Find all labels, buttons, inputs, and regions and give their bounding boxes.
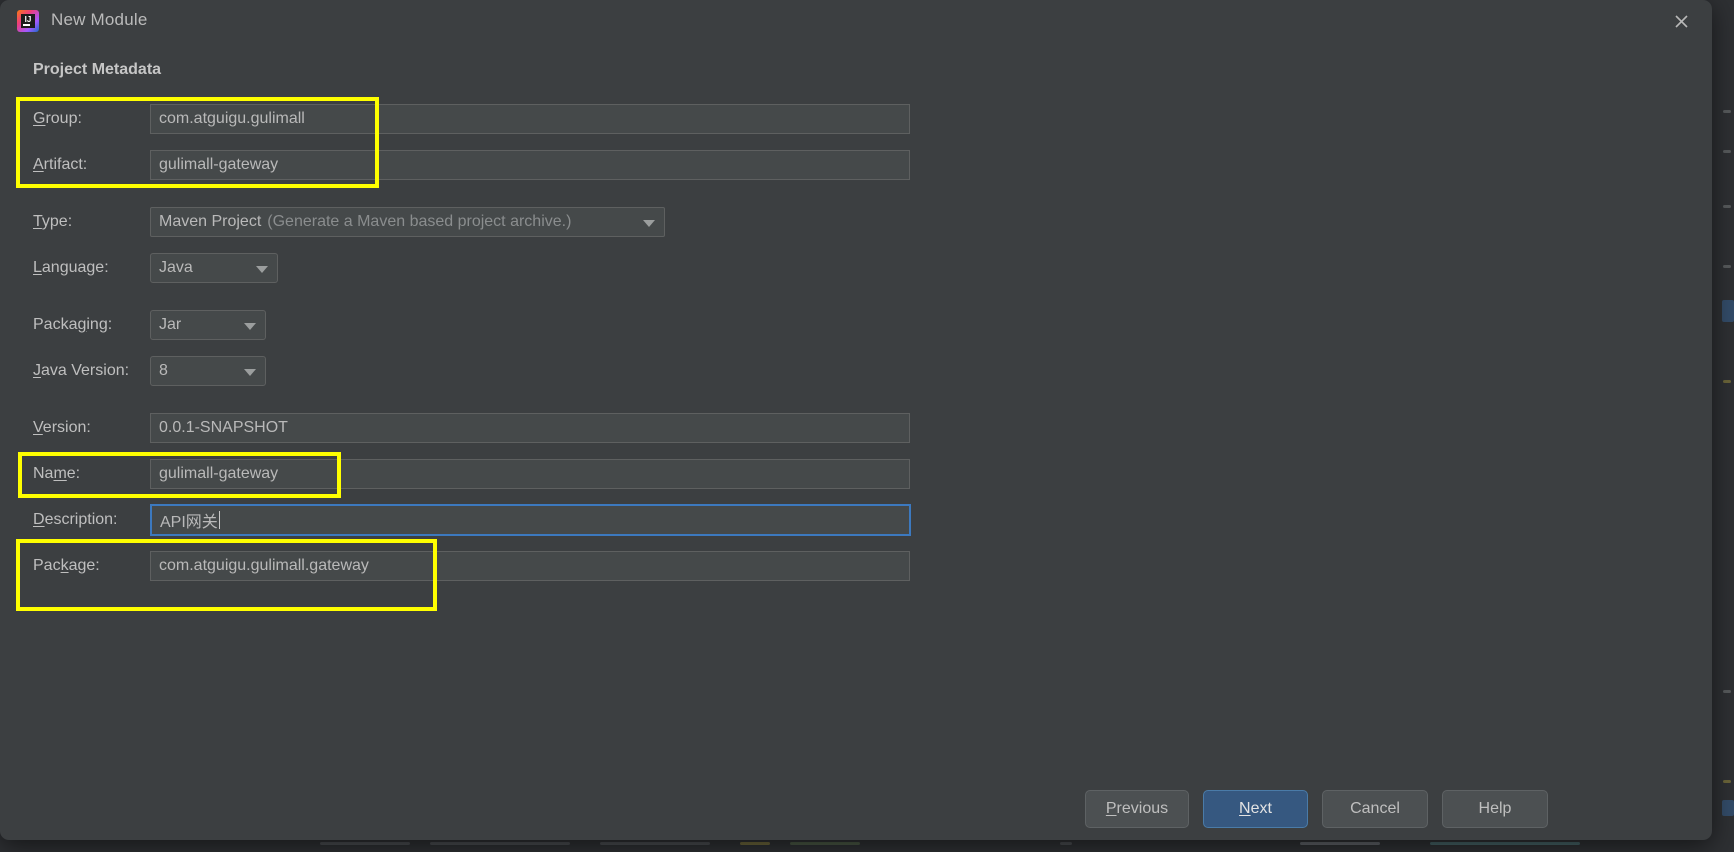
- description-input[interactable]: API网关: [150, 504, 911, 536]
- language-combo-value: Java: [159, 259, 193, 276]
- type-combo[interactable]: Maven Project (Generate a Maven based pr…: [150, 207, 665, 237]
- next-button[interactable]: Next: [1203, 790, 1308, 828]
- artifact-input[interactable]: gulimall-gateway: [150, 150, 910, 180]
- dialog-titlebar: IJ New Module: [0, 0, 1712, 42]
- dialog-title: New Module: [51, 10, 148, 29]
- language-label: Language:: [33, 259, 109, 276]
- close-icon[interactable]: [1666, 6, 1696, 36]
- previous-button[interactable]: Previous: [1085, 790, 1189, 828]
- svg-text:IJ: IJ: [25, 15, 32, 24]
- name-label: Name:: [33, 465, 81, 482]
- description-input-value: API网关: [160, 514, 218, 531]
- help-button[interactable]: Help: [1442, 790, 1548, 828]
- package-input[interactable]: com.atguigu.gulimall.gateway: [150, 551, 910, 581]
- text-caret: [218, 511, 220, 529]
- previous-button-label: Previous: [1105, 800, 1169, 817]
- java-version-combo[interactable]: 8: [150, 356, 266, 386]
- description-label: Description:: [33, 511, 118, 528]
- type-label: Type:: [33, 213, 73, 230]
- package-label: Package:: [33, 557, 100, 574]
- type-combo-hint: (Generate a Maven based project archive.…: [267, 213, 572, 230]
- java-version-label: Java Version:: [33, 362, 130, 379]
- chevron-down-icon: [244, 323, 256, 330]
- intellij-idea-icon: IJ: [16, 9, 40, 33]
- version-input[interactable]: 0.0.1-SNAPSHOT: [150, 413, 910, 443]
- page-title: Project Metadata: [33, 61, 162, 78]
- chevron-down-icon: [643, 220, 655, 227]
- language-combo[interactable]: Java: [150, 253, 278, 283]
- packaging-combo[interactable]: Jar: [150, 310, 266, 340]
- next-button-label: Next: [1239, 800, 1272, 817]
- packaging-combo-value: Jar: [159, 316, 182, 333]
- version-label: Version:: [33, 419, 91, 436]
- name-input[interactable]: gulimall-gateway: [150, 459, 910, 489]
- group-label: Group:: [33, 110, 82, 127]
- cancel-button[interactable]: Cancel: [1322, 790, 1428, 828]
- new-module-dialog: IJ New Module Project Metadata Group: co…: [0, 0, 1712, 840]
- chevron-down-icon: [244, 369, 256, 376]
- type-combo-value: Maven Project: [159, 213, 262, 230]
- chevron-down-icon: [256, 266, 268, 273]
- packaging-label: Packaging:: [33, 316, 113, 333]
- java-version-combo-value: 8: [159, 362, 168, 379]
- group-input[interactable]: com.atguigu.gulimall: [150, 104, 910, 134]
- artifact-label: Artifact:: [33, 156, 88, 173]
